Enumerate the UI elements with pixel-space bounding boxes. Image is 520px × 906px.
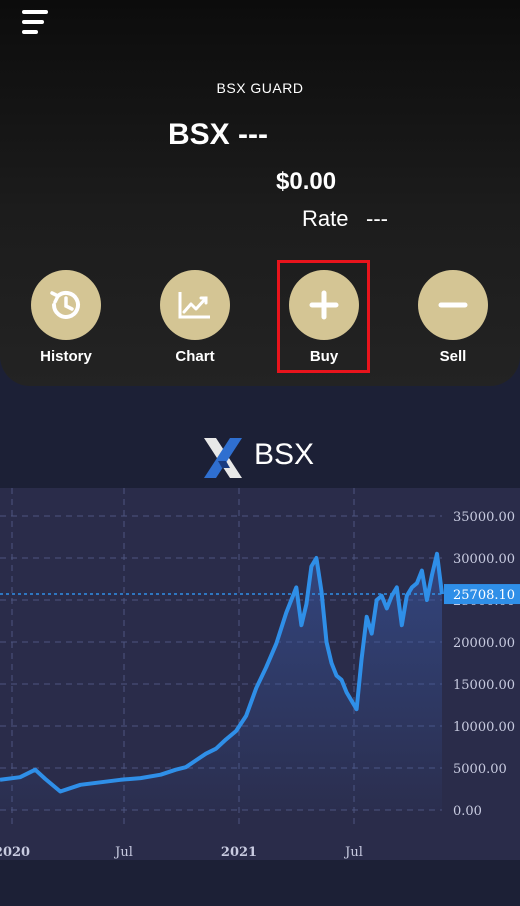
price-chart-area[interactable]: 35000.0030000.0025000.0020000.0015000.00…: [0, 488, 520, 860]
sell-label: Sell: [439, 348, 467, 365]
menu-icon[interactable]: [22, 10, 50, 36]
history-label: History: [40, 348, 92, 365]
chart-label: Chart: [175, 348, 215, 365]
symbol-heading: BSX ---: [168, 118, 268, 152]
chart-icon: [160, 270, 230, 340]
minus-icon: [418, 270, 488, 340]
buy-highlight-box: [277, 260, 370, 373]
y-tick-label: 20000.00: [453, 636, 515, 651]
history-icon: [31, 270, 101, 340]
series-area: [0, 553, 442, 810]
history-button[interactable]: History: [16, 270, 116, 365]
brand-row: BSX: [0, 436, 520, 480]
chart-button[interactable]: Chart: [145, 270, 245, 365]
symbol-text: BSX: [168, 118, 230, 151]
x-tick-label: 2021: [221, 845, 257, 860]
x-tick-label: 2020: [0, 845, 30, 860]
current-price-label: 25708.10: [453, 588, 515, 603]
x-tick-label: Jul: [343, 845, 363, 860]
rate-value: ---: [366, 206, 388, 231]
top-card: BSX GUARD BSX --- $0.00 Rate --- History…: [0, 0, 520, 386]
y-tick-label: 30000.00: [453, 552, 515, 567]
sell-button[interactable]: Sell: [403, 270, 503, 365]
x-tick-label: Jul: [113, 845, 133, 860]
symbol-suffix: ---: [238, 118, 269, 151]
price-value: $0.00: [276, 168, 337, 195]
y-tick-label: 15000.00: [453, 678, 515, 693]
bottom-strip: [0, 860, 520, 906]
bsx-logo-icon: [204, 438, 242, 478]
y-tick-label: 10000.00: [453, 720, 515, 735]
y-tick-label: 5000.00: [453, 762, 507, 777]
price-chart[interactable]: 35000.0030000.0025000.0020000.0015000.00…: [0, 488, 520, 860]
y-tick-label: 35000.00: [453, 510, 515, 525]
rate-label: Rate: [302, 206, 349, 231]
y-tick-label: 0.00: [453, 804, 482, 819]
brand-name: BSX: [254, 438, 315, 471]
page-title: BSX GUARD: [216, 80, 304, 96]
